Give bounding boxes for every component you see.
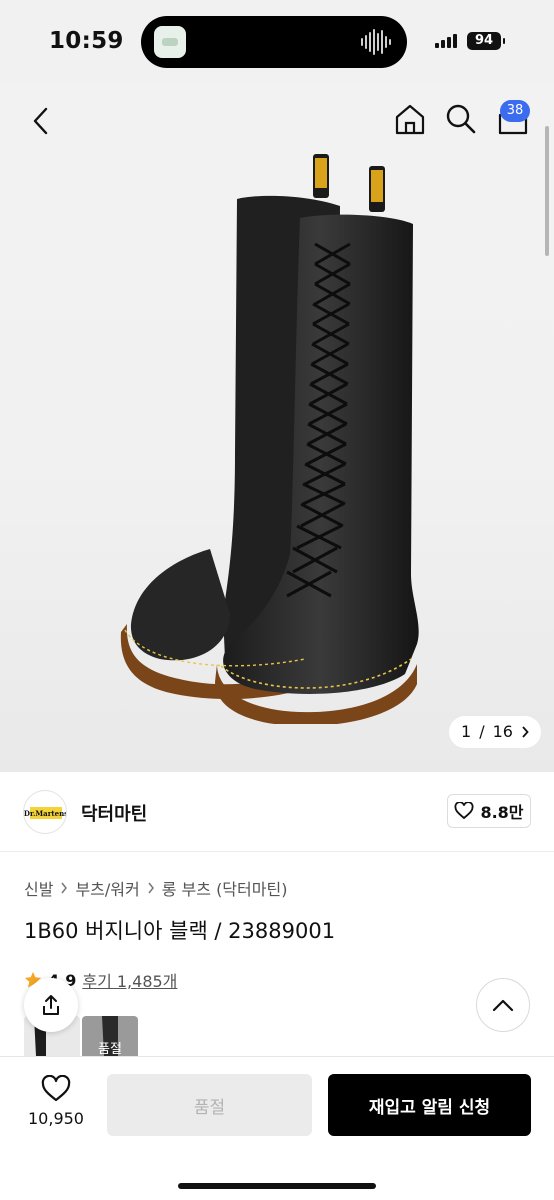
island-app-icon xyxy=(154,26,186,58)
soldout-label: 품절 xyxy=(98,1042,122,1056)
share-button[interactable] xyxy=(24,978,78,1032)
heart-icon xyxy=(454,802,474,820)
svg-text:Dr.Martens: Dr.Martens xyxy=(24,809,67,818)
image-counter-separator: / xyxy=(479,722,485,741)
share-icon xyxy=(43,995,59,1015)
brand-like-button[interactable]: 8.8만 xyxy=(447,794,531,828)
chevron-right-icon xyxy=(148,882,154,894)
home-icon[interactable] xyxy=(393,102,427,136)
image-counter-current: 1 xyxy=(461,722,472,741)
bottom-action-bar: 10,950 품절 재입고 알림 신청 xyxy=(0,1056,554,1200)
search-icon[interactable] xyxy=(445,102,477,136)
dynamic-island xyxy=(141,16,407,68)
breadcrumb-item[interactable]: 신발 xyxy=(24,876,53,900)
cellular-signal-icon xyxy=(435,34,457,48)
chevron-right-icon xyxy=(522,726,529,738)
home-indicator[interactable] xyxy=(178,1183,376,1189)
wish-button[interactable]: 10,950 xyxy=(24,1075,88,1128)
wish-count: 10,950 xyxy=(28,1109,84,1128)
brand-like-count: 8.8만 xyxy=(480,803,524,822)
scroll-to-top-button[interactable] xyxy=(476,978,530,1032)
breadcrumb: 신발 부츠/워커 롱 부츠 (닥터마틴) xyxy=(24,876,287,900)
breadcrumb-item[interactable]: 부츠/워커 xyxy=(75,876,139,900)
status-bar: 10:59 94 xyxy=(0,0,554,84)
restock-alert-button[interactable]: 재입고 알림 신청 xyxy=(328,1074,531,1136)
review-link[interactable]: 후기 1,485개 xyxy=(82,968,177,992)
back-icon[interactable] xyxy=(26,104,56,138)
heart-icon xyxy=(41,1075,71,1102)
soldout-button[interactable]: 품절 xyxy=(107,1074,312,1136)
cart-count-badge: 38 xyxy=(500,100,530,122)
product-title: 1B60 버지니아 블랙 / 23889001 xyxy=(24,919,336,943)
image-counter-total: 16 xyxy=(492,722,513,741)
audio-wave-icon xyxy=(361,27,391,57)
dr-martens-logo-icon: Dr.Martens xyxy=(24,807,67,819)
battery-icon: 94 xyxy=(467,32,505,50)
color-thumbnail-soldout[interactable]: 품절 xyxy=(82,1016,138,1056)
product-boots-image xyxy=(120,154,419,724)
breadcrumb-item[interactable]: 롱 부츠 (닥터마틴) xyxy=(162,876,288,900)
product-image-gallery[interactable]: 38 1 / 16 xyxy=(0,84,554,772)
chevron-right-icon xyxy=(61,882,68,894)
brand-name[interactable]: 닥터마틴 xyxy=(81,800,147,826)
scrollbar[interactable] xyxy=(545,126,549,256)
brand-row: Dr.Martens 닥터마틴 8.8만 xyxy=(0,772,554,852)
brand-logo[interactable]: Dr.Martens xyxy=(23,790,67,834)
chevron-up-icon xyxy=(492,999,514,1012)
status-time: 10:59 xyxy=(49,28,124,54)
image-counter[interactable]: 1 / 16 xyxy=(449,716,541,748)
